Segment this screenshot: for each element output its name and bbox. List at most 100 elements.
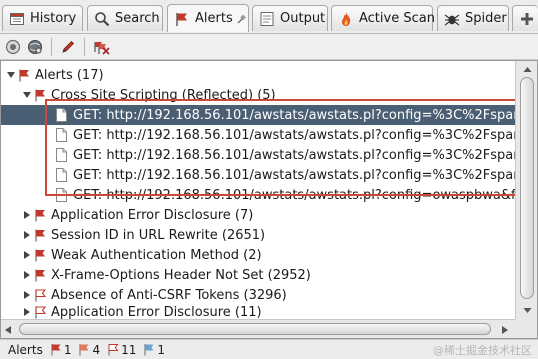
tab-active-scan[interactable]: Active Scan <box>331 5 435 31</box>
search-icon <box>93 10 111 28</box>
watermark: @稀土掘金技术社区 <box>433 344 532 357</box>
tab-alerts[interactable]: Alerts <box>167 4 249 32</box>
alert-url: GET: http://192.168.56.101/awstats/awsta… <box>73 147 515 163</box>
alert-instance-row[interactable]: GET: http://192.168.56.101/awstats/awsta… <box>1 145 515 165</box>
tree-node-label: X-Frame-Options Header Not Set (2952) <box>51 267 311 283</box>
scroll-up-arrow-icon[interactable] <box>516 62 538 76</box>
status-count-medium: 4 <box>78 343 100 357</box>
add-tab-icon <box>518 10 536 28</box>
pin-icon[interactable] <box>237 14 247 24</box>
alert-instance-row[interactable]: GET: http://192.168.56.101/awstats/awsta… <box>1 185 515 205</box>
status-count-info: 1 <box>143 343 165 357</box>
collapse-arrow-icon[interactable] <box>21 306 33 318</box>
alert-url: GET: http://192.168.56.101/awstats/awsta… <box>73 187 515 203</box>
tab-label: History <box>30 11 77 26</box>
tab-label: Output <box>280 11 326 26</box>
scroll-down-arrow-icon[interactable] <box>516 303 538 317</box>
medium-flag-icon <box>79 344 89 356</box>
flag-icon <box>173 10 191 28</box>
alert-instance-row[interactable]: GET: http://192.168.56.101/awstats/awsta… <box>1 165 515 185</box>
flag-icon <box>17 68 31 82</box>
collapse-arrow-icon[interactable] <box>21 269 33 281</box>
tree-node-label: Session ID in URL Rewrite (2651) <box>51 227 266 243</box>
alert-url: GET: http://192.168.56.101/awstats/awsta… <box>73 107 515 123</box>
tree-node-label: Alerts (17) <box>35 67 104 83</box>
tree-node-app-error-7[interactable]: Application Error Disclosure (7) <box>1 205 515 225</box>
vertical-scrollbar[interactable] <box>515 61 537 319</box>
flag-outline-icon <box>33 288 47 302</box>
horizontal-scroll-thumb[interactable] <box>19 323 491 335</box>
scrollbar-corner <box>515 319 537 338</box>
flag-icon <box>33 208 47 222</box>
alerts-toolbar <box>0 34 538 60</box>
tree-node-csrf[interactable]: Absence of Anti-CSRF Tokens (3296) <box>1 285 515 305</box>
tab-history[interactable]: History <box>2 5 83 31</box>
spider-icon <box>443 10 461 28</box>
delete-alerts-button[interactable] <box>92 37 112 57</box>
tree-node-label: Cross Site Scripting (Reflected) (5) <box>51 87 276 103</box>
tree-node-label: Absence of Anti-CSRF Tokens (3296) <box>51 287 287 303</box>
delete-alerts-icon <box>93 39 111 55</box>
tab-label: Alerts <box>195 11 233 26</box>
status-count-low: 11 <box>107 343 136 357</box>
tree-node-xss[interactable]: Cross Site Scripting (Reflected) (5) <box>1 85 515 105</box>
alerts-tree: Alerts (17) Cross Site Scripting (Reflec… <box>0 60 538 339</box>
flag-icon <box>33 248 47 262</box>
collapse-arrow-icon[interactable] <box>21 229 33 241</box>
tree-node-label: Weak Authentication Method (2) <box>51 247 262 263</box>
tab-search[interactable]: Search <box>87 5 163 31</box>
flag-icon <box>33 268 47 282</box>
horizontal-scrollbar[interactable] <box>1 319 515 338</box>
scroll-right-arrow-icon[interactable] <box>501 324 509 339</box>
tab-spider[interactable]: Spider <box>437 5 509 31</box>
info-flag-icon <box>144 344 154 356</box>
document-icon <box>55 128 67 142</box>
count-value: 11 <box>121 342 137 357</box>
tree-node-label: Application Error Disclosure (7) <box>51 207 254 223</box>
flame-icon <box>337 10 355 28</box>
history-icon <box>8 10 26 28</box>
flag-outline-icon <box>33 305 47 319</box>
flag-icon <box>33 88 47 102</box>
alert-url: GET: http://192.168.56.101/awstats/awsta… <box>73 167 515 183</box>
vertical-scroll-thumb[interactable] <box>520 77 534 299</box>
circle-stop-icon <box>5 39 21 55</box>
tree-node-app-error-11[interactable]: Application Error Disclosure (11) <box>1 305 515 319</box>
tree-node-root[interactable]: Alerts (17) <box>1 65 515 85</box>
document-icon <box>55 148 67 162</box>
alert-instance-row[interactable]: GET: http://192.168.56.101/awstats/awsta… <box>1 125 515 145</box>
scan-globe-icon <box>27 39 43 55</box>
expand-arrow-icon[interactable] <box>21 89 33 101</box>
scroll-left-arrow-icon[interactable] <box>4 324 12 339</box>
collapse-arrow-icon[interactable] <box>21 209 33 221</box>
collapse-arrow-icon[interactable] <box>21 249 33 261</box>
add-tab-button[interactable] <box>512 5 538 31</box>
high-flag-icon <box>51 344 61 356</box>
flag-icon <box>33 228 47 242</box>
document-icon <box>55 188 67 202</box>
tab-bar: History Search Alerts Output Active Scan… <box>0 0 538 34</box>
status-count-high: 1 <box>50 342 72 357</box>
collapse-arrow-icon[interactable] <box>21 289 33 301</box>
tree-node-label: Application Error Disclosure (11) <box>51 305 262 319</box>
expand-arrow-icon[interactable] <box>5 69 17 81</box>
tab-label: Spider <box>465 11 507 26</box>
toolbar-separator <box>84 38 85 56</box>
tab-output[interactable]: Output <box>252 5 328 31</box>
scan-globe-button[interactable] <box>25 37 45 57</box>
output-icon <box>258 10 276 28</box>
tab-label: Search <box>115 11 160 26</box>
count-value: 4 <box>92 342 101 357</box>
alert-instance-row[interactable]: GET: http://192.168.56.101/awstats/awsta… <box>1 105 515 125</box>
circle-stop-button[interactable] <box>3 37 23 57</box>
alert-url: GET: http://192.168.56.101/awstats/awsta… <box>73 127 515 143</box>
tree-node-session-id[interactable]: Session ID in URL Rewrite (2651) <box>1 225 515 245</box>
tree-node-weak-auth[interactable]: Weak Authentication Method (2) <box>1 245 515 265</box>
document-icon <box>55 168 67 182</box>
count-value: 1 <box>63 342 72 357</box>
toolbar-separator <box>51 38 52 56</box>
tree-node-xframe[interactable]: X-Frame-Options Header Not Set (2952) <box>1 265 515 285</box>
document-icon <box>55 108 67 122</box>
edit-alert-button[interactable] <box>58 37 78 57</box>
count-value: 1 <box>157 342 166 357</box>
